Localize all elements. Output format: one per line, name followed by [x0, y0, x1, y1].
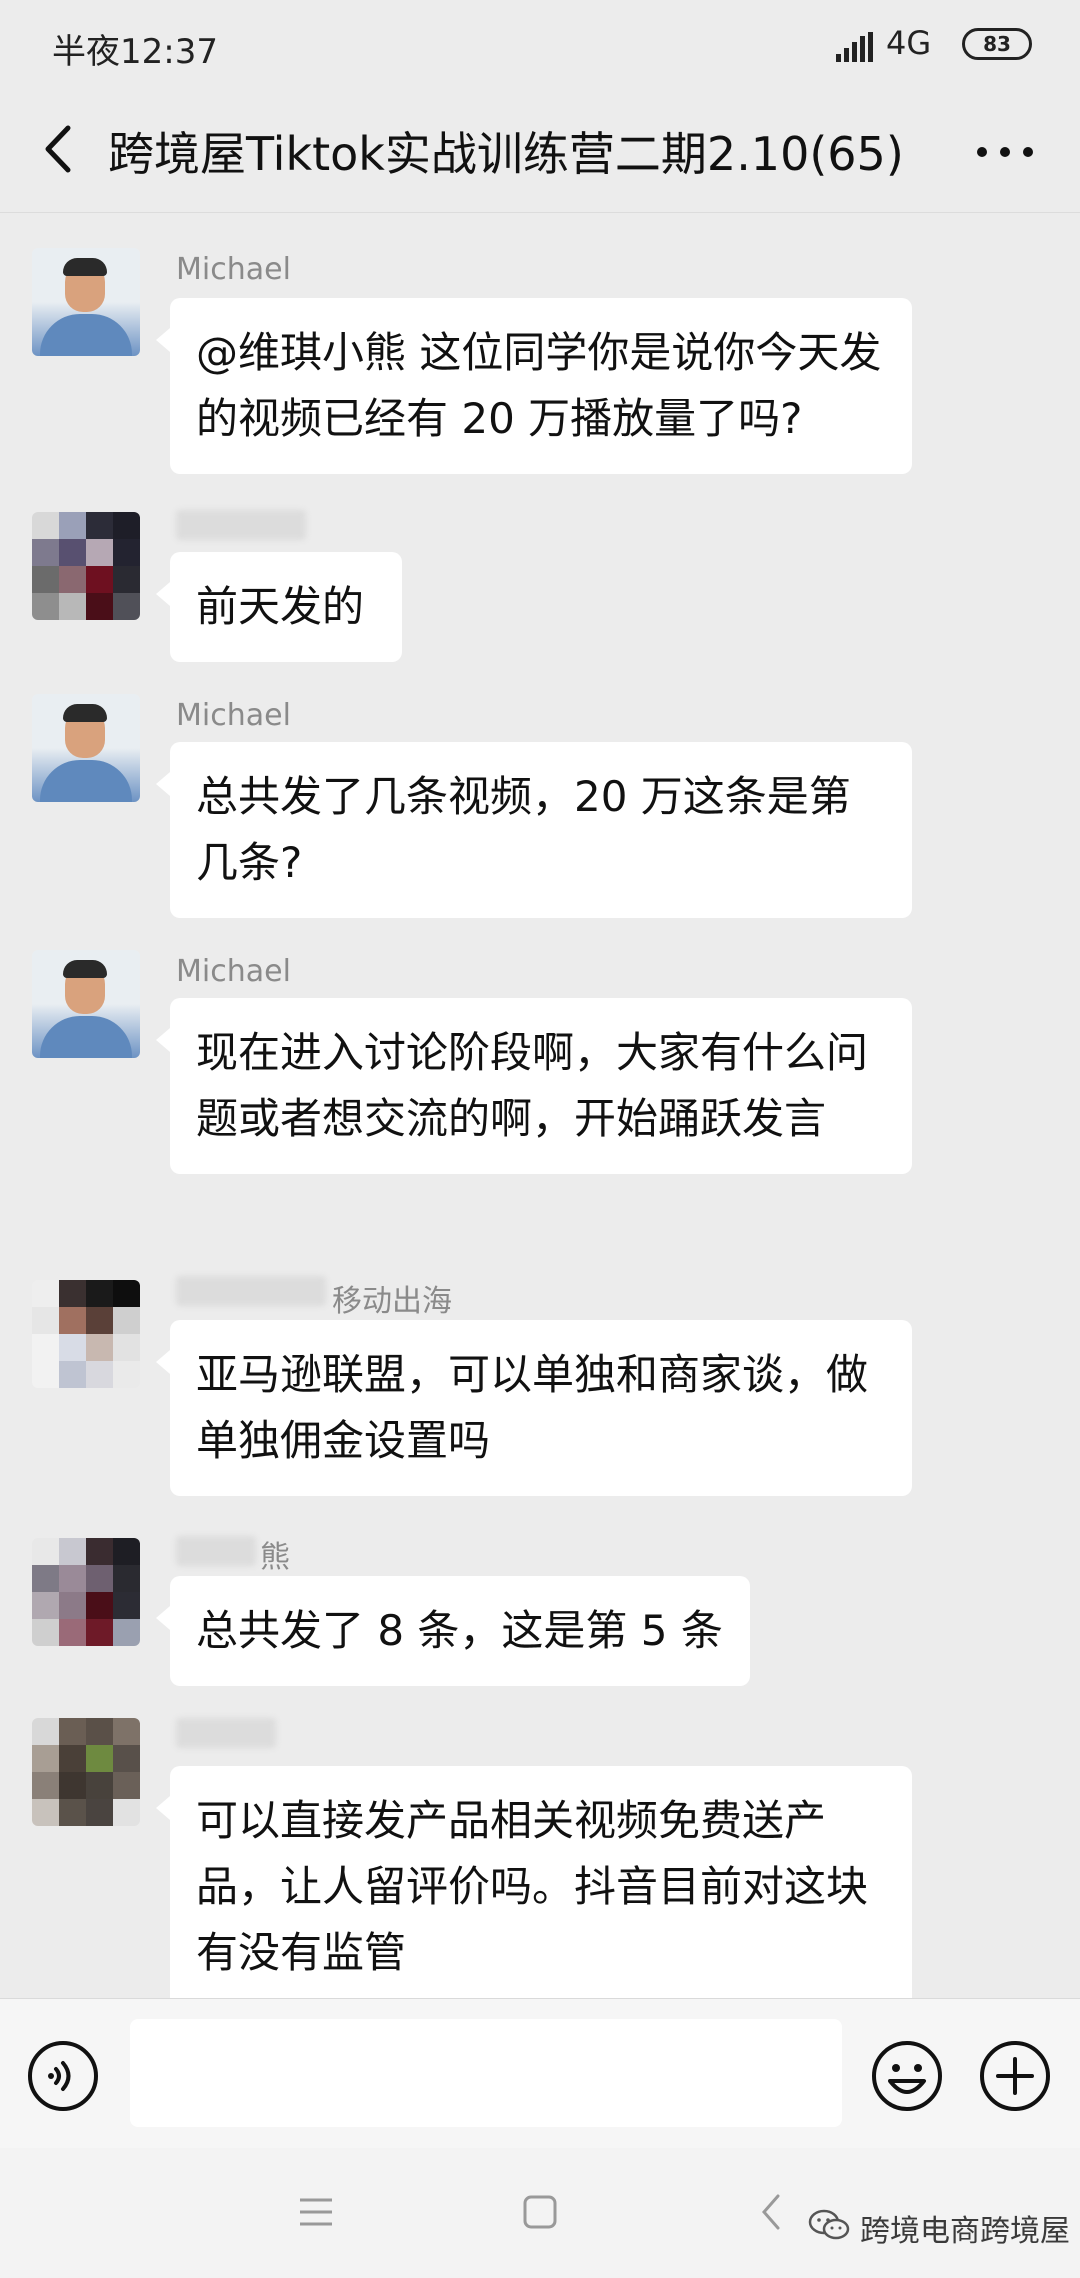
more-options-icon[interactable] — [970, 132, 1040, 172]
avatar[interactable] — [32, 694, 140, 802]
home-icon[interactable] — [522, 2194, 558, 2230]
battery-icon: 83 — [962, 28, 1032, 60]
sender-name: Michael — [176, 954, 291, 989]
message-input[interactable] — [130, 2019, 842, 2127]
input-bar — [0, 1998, 1080, 2149]
message-bubble[interactable]: 总共发了几条视频，20 万这条是第几条? — [156, 742, 912, 918]
back-arrow-icon[interactable] — [30, 114, 90, 184]
sender-name: Michael — [176, 698, 291, 733]
chat-header: 跨境屋Tiktok实战训练营二期2.10(65) — [0, 92, 1080, 213]
avatar[interactable] — [32, 950, 140, 1058]
voice-input-icon[interactable] — [26, 2039, 100, 2113]
avatar[interactable] — [32, 248, 140, 356]
status-time: 半夜12:37 — [52, 32, 218, 72]
network-type: 4G — [886, 24, 932, 62]
message-bubble[interactable]: 总共发了 8 条，这是第 5 条 — [156, 1576, 750, 1686]
chat-title: 跨境屋Tiktok实战训练营二期2.10(65) — [108, 127, 904, 181]
sender-name: 熊 — [260, 1540, 290, 1575]
message-bubble[interactable]: 亚马逊联盟，可以单独和商家谈，做单独佣金设置吗 — [156, 1320, 912, 1496]
sender-name-redacted — [176, 1276, 326, 1306]
sender-name: 移动出海 — [332, 1284, 452, 1319]
sender-name-redacted — [176, 510, 306, 540]
message-bubble[interactable]: 现在进入讨论阶段啊，大家有什么问题或者想交流的啊，开始踊跃发言 — [156, 998, 912, 1174]
avatar[interactable] — [32, 1280, 140, 1388]
message-bubble[interactable]: 可以直接发产品相关视频免费送产品，让人留评价吗。抖音目前对这块有没有监管 — [156, 1766, 912, 2008]
message-bubble[interactable]: 前天发的 — [156, 552, 402, 662]
menu-icon[interactable] — [298, 2194, 334, 2230]
status-bar: 半夜12:37 4G 83 — [0, 0, 1080, 92]
signal-icon — [836, 32, 873, 62]
emoji-icon[interactable] — [870, 2039, 944, 2113]
sender-name-redacted — [176, 1536, 256, 1566]
avatar[interactable] — [32, 512, 140, 620]
avatar[interactable] — [32, 1538, 140, 1646]
message-bubble[interactable]: @维琪小熊 这位同学你是说你今天发的视频已经有 20 万播放量了吗? — [156, 298, 912, 474]
plus-icon[interactable] — [978, 2039, 1052, 2113]
sender-name: Michael — [176, 252, 291, 287]
avatar[interactable] — [32, 1718, 140, 1826]
sender-name-redacted — [176, 1718, 276, 1748]
watermark-text: 跨境电商跨境屋 — [860, 2214, 1070, 2249]
nav-back-icon[interactable] — [758, 2192, 784, 2232]
wechat-icon — [808, 2209, 850, 2240]
